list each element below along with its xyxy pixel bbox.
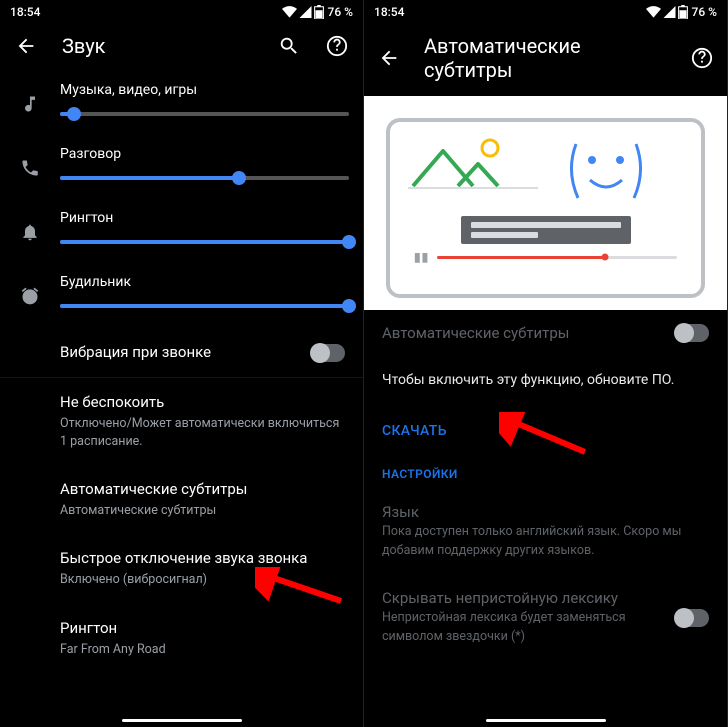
download-link-row: СКАЧАТЬ bbox=[364, 404, 727, 455]
player-bar-illustration: ▮▮ bbox=[408, 250, 683, 266]
ring-shortcut-item[interactable]: Быстрое отключение звука звонка Включено… bbox=[0, 534, 363, 603]
wifi-icon bbox=[282, 6, 297, 18]
gesture-nav-bar[interactable] bbox=[486, 719, 606, 722]
download-link[interactable]: СКАЧАТЬ bbox=[382, 423, 447, 439]
live-caption-toggle-label: Автоматические субтитры bbox=[382, 324, 665, 342]
ring-volume-row: Рингтон bbox=[0, 200, 349, 264]
status-icons: 4 76 % bbox=[282, 5, 353, 19]
ringtone-sub: Far From Any Road bbox=[60, 641, 345, 659]
call-volume-row: Разговор bbox=[0, 136, 349, 200]
svg-text:4: 4 bbox=[301, 7, 305, 15]
call-volume-slider[interactable] bbox=[60, 176, 349, 180]
vibrate-on-ring-toggle[interactable] bbox=[311, 344, 345, 362]
bell-icon bbox=[20, 222, 40, 242]
signal-icon: 4 bbox=[663, 6, 676, 18]
live-captions-item[interactable]: Автоматические субтитры Автоматические с… bbox=[0, 465, 363, 534]
profanity-sub: Непристойная лексика будет заменяться си… bbox=[382, 609, 665, 647]
ringtone-title: Рингтон bbox=[60, 618, 345, 639]
ring-shortcut-title: Быстрое отключение звука звонка bbox=[60, 548, 345, 569]
face-icon bbox=[566, 136, 646, 206]
help-button[interactable] bbox=[691, 46, 713, 70]
status-bar: 18:54 4 76 % bbox=[0, 0, 363, 24]
live-captions-sub: Автоматические субтитры bbox=[60, 502, 345, 520]
dnd-title: Не беспокоить bbox=[60, 392, 345, 413]
profanity-item[interactable]: Скрывать непристойную лексику Непристойн… bbox=[364, 575, 727, 661]
landscape-icon bbox=[408, 136, 538, 196]
ring-volume-label: Рингтон bbox=[60, 210, 349, 226]
alarm-volume-slider[interactable] bbox=[60, 304, 349, 308]
signal-icon: 4 bbox=[299, 6, 312, 18]
update-note: Чтобы включить эту функцию, обновите ПО. bbox=[364, 356, 727, 404]
page-title: Звук bbox=[62, 34, 105, 58]
status-time: 18:54 bbox=[10, 5, 40, 19]
page-title: Автоматические субтитры bbox=[424, 34, 643, 82]
vibrate-on-ring-label: Вибрация при звонке bbox=[60, 342, 301, 363]
illustration: ▮▮ bbox=[364, 96, 727, 310]
language-title: Язык bbox=[382, 503, 709, 521]
alarm-volume-row: Будильник bbox=[0, 264, 349, 328]
wifi-icon bbox=[646, 6, 661, 18]
status-icons: 4 76 % bbox=[646, 5, 717, 19]
media-volume-slider[interactable] bbox=[60, 112, 349, 116]
dnd-sub: Отключено/Может автоматически включиться… bbox=[60, 415, 345, 451]
phone-icon bbox=[20, 158, 40, 178]
back-button[interactable] bbox=[378, 46, 400, 70]
live-captions-title: Автоматические субтитры bbox=[60, 479, 345, 500]
battery-percent: 76 % bbox=[692, 5, 717, 19]
back-button[interactable] bbox=[14, 34, 38, 58]
profanity-title: Скрывать непристойную лексику bbox=[382, 589, 665, 607]
ring-shortcut-sub: Включено (вибросигнал) bbox=[60, 571, 345, 589]
call-volume-label: Разговор bbox=[60, 146, 349, 162]
vibrate-on-ring-item[interactable]: Вибрация при звонке bbox=[0, 328, 363, 377]
status-time: 18:54 bbox=[374, 5, 404, 19]
help-button[interactable] bbox=[325, 34, 349, 58]
pause-icon: ▮▮ bbox=[414, 250, 429, 264]
header: Автоматические субтитры bbox=[364, 24, 727, 96]
battery-icon bbox=[678, 5, 688, 19]
profanity-toggle[interactable] bbox=[675, 609, 709, 627]
header: Звук bbox=[0, 24, 363, 72]
live-caption-toggle[interactable] bbox=[675, 324, 709, 342]
battery-percent: 76 % bbox=[328, 5, 353, 19]
svg-text:4: 4 bbox=[665, 7, 669, 15]
ring-volume-slider[interactable] bbox=[60, 240, 349, 244]
alarm-icon bbox=[20, 286, 40, 306]
caption-illustration bbox=[461, 216, 631, 244]
live-caption-toggle-item[interactable]: Автоматические субтитры bbox=[364, 310, 727, 356]
battery-icon bbox=[314, 5, 324, 19]
search-button[interactable] bbox=[277, 34, 301, 58]
language-item[interactable]: Язык Пока доступен только английский язы… bbox=[364, 489, 727, 575]
media-volume-row: Музыка, видео, игры bbox=[0, 72, 349, 136]
gesture-nav-bar[interactable] bbox=[122, 719, 242, 722]
media-volume-label: Музыка, видео, игры bbox=[60, 82, 349, 98]
dnd-item[interactable]: Не беспокоить Отключено/Может автоматиче… bbox=[0, 378, 363, 465]
music-note-icon bbox=[20, 94, 40, 114]
ringtone-item[interactable]: Рингтон Far From Any Road bbox=[0, 604, 363, 673]
language-sub: Пока доступен только английский язык. Ск… bbox=[382, 523, 709, 561]
settings-section-header: НАСТРОЙКИ bbox=[364, 455, 727, 489]
status-bar: 18:54 4 76 % bbox=[364, 0, 727, 24]
alarm-volume-label: Будильник bbox=[60, 274, 349, 290]
